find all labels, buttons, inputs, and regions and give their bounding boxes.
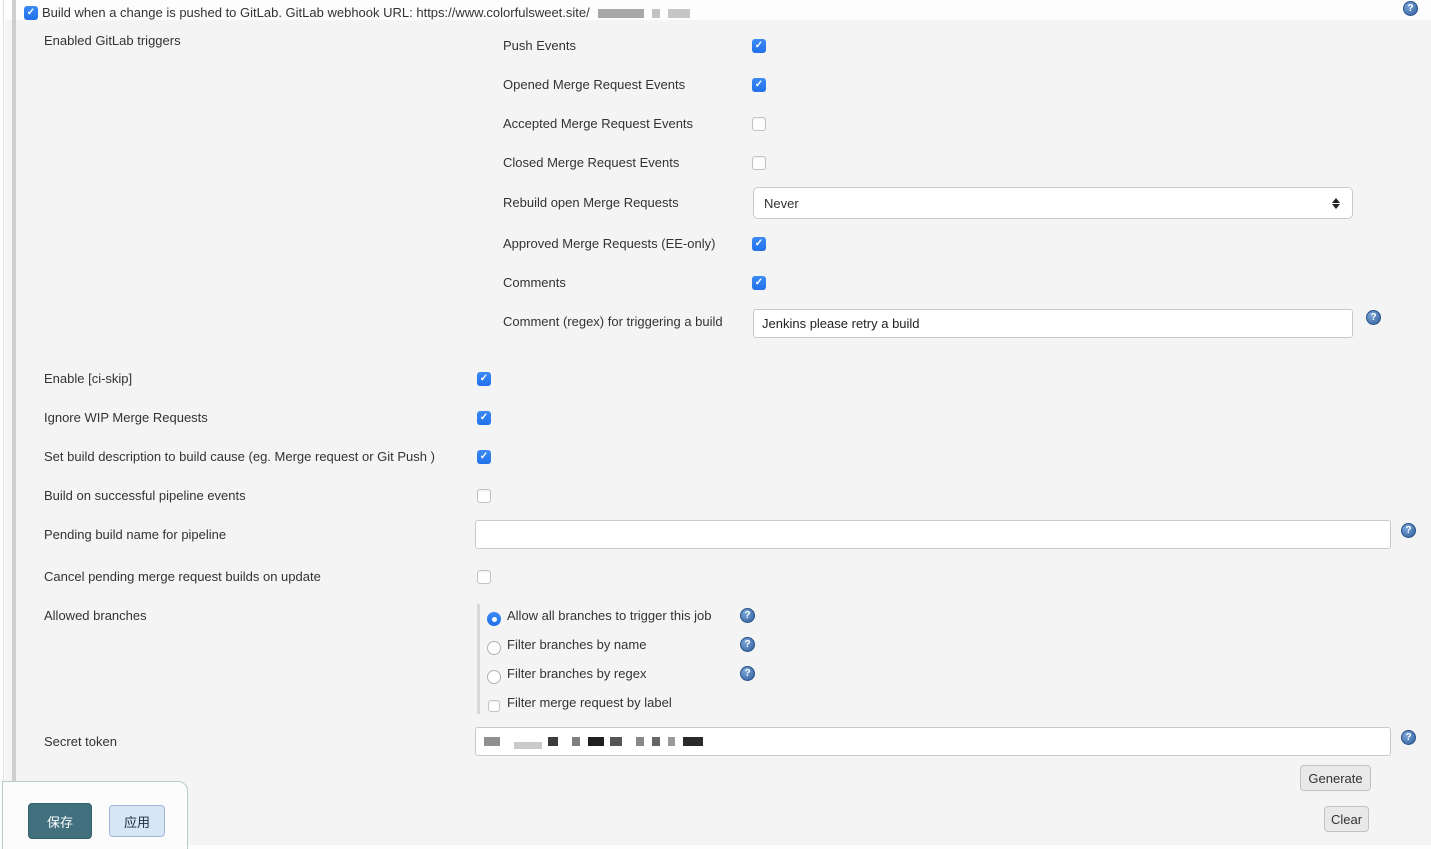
- cancel-pending-label: Cancel pending merge request builds on u…: [44, 569, 321, 585]
- allow-all-branches-radio[interactable]: [487, 612, 501, 626]
- save-button[interactable]: 保存: [28, 803, 92, 839]
- push-events-checkbox[interactable]: [752, 39, 766, 53]
- accepted-mr-events-checkbox[interactable]: [752, 117, 766, 131]
- comment-regex-input[interactable]: [753, 309, 1353, 338]
- set-build-description-label: Set build description to build cause (eg…: [44, 449, 435, 465]
- redacted-token-segment: [668, 737, 675, 746]
- gitlab-trigger-config-page: Build when a change is pushed to GitLab.…: [0, 0, 1431, 849]
- redacted-token-segment: [636, 737, 644, 746]
- redacted-token-segment: [572, 737, 580, 746]
- allow-all-branches-label: Allow all branches to trigger this job: [507, 608, 712, 624]
- filter-branches-by-regex-label: Filter branches by regex: [507, 666, 646, 682]
- apply-button[interactable]: 应用: [109, 805, 165, 837]
- filter-branches-by-regex-radio[interactable]: [487, 670, 501, 684]
- filter-branches-by-name-label: Filter branches by name: [507, 637, 646, 653]
- enabled-triggers-section-label: Enabled GitLab triggers: [44, 33, 181, 49]
- approved-mr-checkbox[interactable]: [752, 237, 766, 251]
- select-stepper-icon: [1332, 198, 1340, 209]
- set-build-description-checkbox[interactable]: [477, 450, 491, 464]
- opened-mr-events-label: Opened Merge Request Events: [503, 77, 685, 93]
- pending-build-name-input[interactable]: [475, 520, 1391, 549]
- comments-label: Comments: [503, 275, 566, 291]
- allowed-branches-indent-bar: [477, 604, 480, 714]
- build-on-pipeline-label: Build on successful pipeline events: [44, 488, 246, 504]
- redacted-token-segment: [484, 737, 500, 746]
- filter-mr-by-label-label: Filter merge request by label: [507, 695, 672, 711]
- redacted-url-segment: [668, 9, 690, 18]
- rebuild-open-mr-label: Rebuild open Merge Requests: [503, 195, 679, 211]
- closed-mr-events-checkbox[interactable]: [752, 156, 766, 170]
- redacted-url-segment: [652, 9, 660, 18]
- pending-build-name-label: Pending build name for pipeline: [44, 527, 226, 543]
- redacted-token-segment: [588, 737, 604, 746]
- comments-checkbox[interactable]: [752, 276, 766, 290]
- enable-ci-skip-checkbox[interactable]: [477, 372, 491, 386]
- redacted-url-segment: [598, 9, 644, 18]
- clear-button[interactable]: Clear: [1324, 806, 1369, 832]
- redacted-token-segment: [610, 737, 622, 746]
- enable-ci-skip-label: Enable [ci-skip]: [44, 371, 132, 387]
- help-icon[interactable]: [1366, 310, 1381, 325]
- filter-mr-by-label-checkbox[interactable]: [488, 700, 500, 712]
- approved-mr-label: Approved Merge Requests (EE-only): [503, 236, 715, 252]
- opened-mr-events-checkbox[interactable]: [752, 78, 766, 92]
- filter-branches-by-name-radio[interactable]: [487, 641, 501, 655]
- closed-mr-events-label: Closed Merge Request Events: [503, 155, 679, 171]
- ignore-wip-label: Ignore WIP Merge Requests: [44, 410, 208, 426]
- secret-token-label: Secret token: [44, 734, 117, 750]
- build-trigger-label: Build when a change is pushed to GitLab.…: [42, 5, 590, 21]
- redacted-token-segment: [683, 737, 703, 746]
- section-indent-bar: [12, 0, 16, 781]
- build-on-pipeline-checkbox[interactable]: [477, 489, 491, 503]
- rebuild-open-mr-select[interactable]: Never: [753, 187, 1353, 219]
- build-trigger-row: Build when a change is pushed to GitLab.…: [42, 5, 690, 21]
- ignore-wip-checkbox[interactable]: [477, 411, 491, 425]
- section-background: [5, 20, 1431, 845]
- redacted-token-segment: [652, 737, 660, 746]
- generate-button[interactable]: Generate: [1300, 765, 1371, 791]
- help-icon[interactable]: [1401, 523, 1416, 538]
- help-icon[interactable]: [1403, 1, 1418, 16]
- redacted-token-segment: [548, 737, 558, 746]
- help-icon[interactable]: [740, 608, 755, 623]
- cancel-pending-checkbox[interactable]: [477, 570, 491, 584]
- accepted-mr-events-label: Accepted Merge Request Events: [503, 116, 693, 132]
- comment-regex-label: Comment (regex) for triggering a build: [503, 314, 723, 330]
- push-events-label: Push Events: [503, 38, 576, 54]
- rebuild-open-mr-selected-value: Never: [764, 196, 799, 211]
- build-trigger-checkbox[interactable]: [24, 6, 38, 20]
- left-border-line: [3, 0, 4, 781]
- help-icon[interactable]: [1401, 730, 1416, 745]
- redacted-token-segment: [514, 742, 542, 749]
- allowed-branches-section-label: Allowed branches: [44, 608, 147, 624]
- secret-token-input[interactable]: [475, 727, 1391, 756]
- help-icon[interactable]: [740, 637, 755, 652]
- help-icon[interactable]: [740, 666, 755, 681]
